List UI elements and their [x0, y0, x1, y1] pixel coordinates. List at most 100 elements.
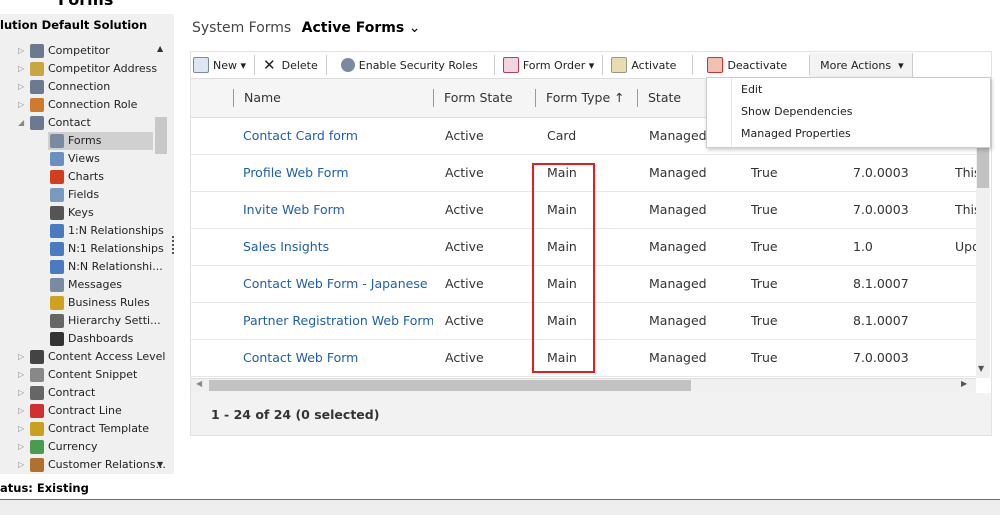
menu-item-managed-properties[interactable]: Managed Properties [741, 127, 851, 140]
contract-template-icon [30, 422, 44, 436]
cell-form-state: Active [445, 313, 484, 328]
deactivate-icon [707, 57, 724, 73]
sidebar-item[interactable]: ▷ Content Snippet [18, 366, 154, 384]
enable-security-label: Enable Security Roles [358, 58, 478, 72]
sidebar-item[interactable]: Charts [48, 168, 153, 186]
menu-item-edit[interactable]: Edit [741, 83, 762, 96]
deactivate-button[interactable]: Deactivate [693, 55, 811, 75]
sidebar-item-label: N:N Relationshi... [68, 260, 163, 273]
expand-arrow-icon[interactable]: ▷ [18, 384, 24, 402]
column-header-name[interactable]: Name [233, 89, 281, 107]
sidebar-scrollbar[interactable] [155, 51, 167, 471]
sidebar-item-label: Hierarchy Setti... [68, 314, 161, 327]
expand-arrow-icon[interactable]: ▷ [18, 348, 24, 366]
expand-arrow-icon[interactable]: ▷ [18, 438, 24, 456]
menu-item-show-dependencies[interactable]: Show Dependencies [741, 105, 852, 118]
expand-arrow-icon[interactable]: ▷ [18, 402, 24, 420]
command-bar: New ▾ ✕ Delete Enable Security Roles Form… [191, 52, 991, 79]
sidebar-item[interactable]: ▷ Connection [18, 78, 154, 96]
cell-name[interactable]: Profile Web Form [243, 165, 349, 180]
address-icon [30, 62, 44, 76]
enable-security-roles-button[interactable]: Enable Security Roles [327, 55, 495, 75]
activate-icon [611, 57, 628, 73]
sidebar-item-label: Forms [68, 134, 102, 147]
sidebar-scrollbar-thumb[interactable] [155, 117, 167, 154]
cell-form-state: Active [445, 239, 484, 254]
view-selector[interactable]: Active Forms [302, 20, 405, 36]
sidebar-item[interactable]: Hierarchy Setti... [48, 312, 161, 330]
sidebar-item[interactable]: Business Rules [48, 294, 153, 312]
scroll-down-arrow-icon[interactable]: ▼ [978, 364, 984, 373]
solution-explorer-sidebar: lution Default Solution ▷ Competitor ▷ Comp… [0, 14, 174, 474]
form-order-button[interactable]: Form Order ▾ [495, 55, 604, 75]
sidebar-item-label: Content Snippet [48, 368, 138, 381]
contract-line-icon [30, 404, 44, 418]
sidebar-item-label: Business Rules [68, 296, 150, 309]
sidebar-item[interactable]: Keys [48, 204, 153, 222]
sidebar-item-label: Competitor Address [48, 62, 158, 75]
horizontal-scrollbar-thumb[interactable] [209, 380, 691, 391]
expand-arrow-icon[interactable]: ▷ [18, 366, 24, 384]
app-title: Forms [58, 0, 113, 9]
column-header-form-state[interactable]: Form State [433, 89, 513, 107]
expand-arrow-icon[interactable]: ▷ [18, 42, 24, 60]
sidebar-item[interactable]: Messages [48, 276, 153, 294]
cell-name[interactable]: Contact Web Form [243, 350, 358, 365]
vertical-scrollbar-thumb[interactable] [977, 148, 989, 188]
sidebar-item[interactable]: Forms [48, 132, 153, 150]
expand-arrow-icon[interactable]: ▷ [18, 456, 24, 474]
cell-c6: 7.0.0003 [853, 350, 909, 365]
sidebar-item[interactable]: ▷ Contract Line [18, 402, 154, 420]
cell-name[interactable]: Sales Insights [243, 239, 329, 254]
sidebar-item[interactable]: 1:N Relationships [48, 222, 164, 240]
delete-button[interactable]: ✕ Delete [255, 55, 327, 75]
scroll-up-arrow-icon[interactable]: ▲ [157, 44, 163, 53]
scroll-down-arrow-icon[interactable]: ▼ [157, 460, 163, 469]
expand-arrow-icon[interactable]: ▷ [18, 420, 24, 438]
sidebar-item-label: N:1 Relationships [68, 242, 164, 255]
expand-arrow-icon[interactable]: ▷ [18, 78, 24, 96]
window-top [0, 0, 1000, 8]
cell-name[interactable]: Partner Registration Web Form... [243, 313, 433, 328]
sidebar-item[interactable]: ▷ Competitor [18, 42, 154, 60]
cell-c6: 7.0.0003 [853, 165, 909, 180]
cell-c5: True [751, 350, 778, 365]
activate-button[interactable]: Activate [603, 55, 694, 75]
cell-form-state: Active [445, 165, 484, 180]
more-actions-button[interactable]: More Actions ▾ [810, 53, 913, 77]
sidebar-item[interactable]: ▷ Connection Role [18, 96, 154, 114]
expand-arrow-icon[interactable]: ▷ [18, 60, 24, 78]
scissors-icon [30, 368, 44, 382]
splitter-handle[interactable] [172, 236, 176, 254]
cell-c5: True [751, 313, 778, 328]
grid-footer: 1 - 24 of 24 (0 selected) [191, 393, 991, 435]
scroll-right-arrow-icon[interactable]: ▶ [961, 379, 967, 388]
sidebar-item[interactable]: Views [48, 150, 153, 168]
sidebar-item[interactable]: ▷ Currency [18, 438, 154, 456]
relationship-icon [50, 260, 64, 274]
new-label: New [213, 58, 237, 72]
cell-name[interactable]: Contact Web Form - Japanese [243, 276, 428, 291]
sidebar-item[interactable]: N:1 Relationships [48, 240, 164, 258]
status-text: atus: Existing [0, 481, 89, 495]
sidebar-item[interactable]: ▷ Customer Relations... [18, 456, 166, 474]
new-button[interactable]: New ▾ [191, 55, 256, 75]
sidebar-item[interactable]: N:N Relationshi... [48, 258, 163, 276]
column-header-state[interactable]: State [637, 89, 681, 107]
sidebar-item[interactable]: ▷ Competitor Address [18, 60, 158, 78]
sidebar-item[interactable]: Fields [48, 186, 153, 204]
column-header-form-type[interactable]: Form Type ↑ [535, 89, 625, 107]
sidebar-item[interactable]: Dashboards [48, 330, 153, 348]
sidebar-item[interactable]: ◢ Contact [18, 114, 154, 132]
sidebar-item-label: Competitor [48, 44, 110, 57]
expanded-arrow-icon[interactable]: ◢ [18, 114, 24, 132]
cell-name[interactable]: Contact Card form [243, 128, 358, 143]
security-roles-icon [340, 58, 355, 72]
sidebar-item[interactable]: ▷ Contract Template [18, 420, 154, 438]
sidebar-item[interactable]: ▷ Content Access Level [18, 348, 165, 366]
cell-name[interactable]: Invite Web Form [243, 202, 345, 217]
chevron-down-icon[interactable]: ⌄ [409, 20, 421, 36]
sidebar-item[interactable]: ▷ Contract [18, 384, 154, 402]
expand-arrow-icon[interactable]: ▷ [18, 96, 24, 114]
scroll-left-arrow-icon[interactable]: ◀ [196, 379, 202, 388]
